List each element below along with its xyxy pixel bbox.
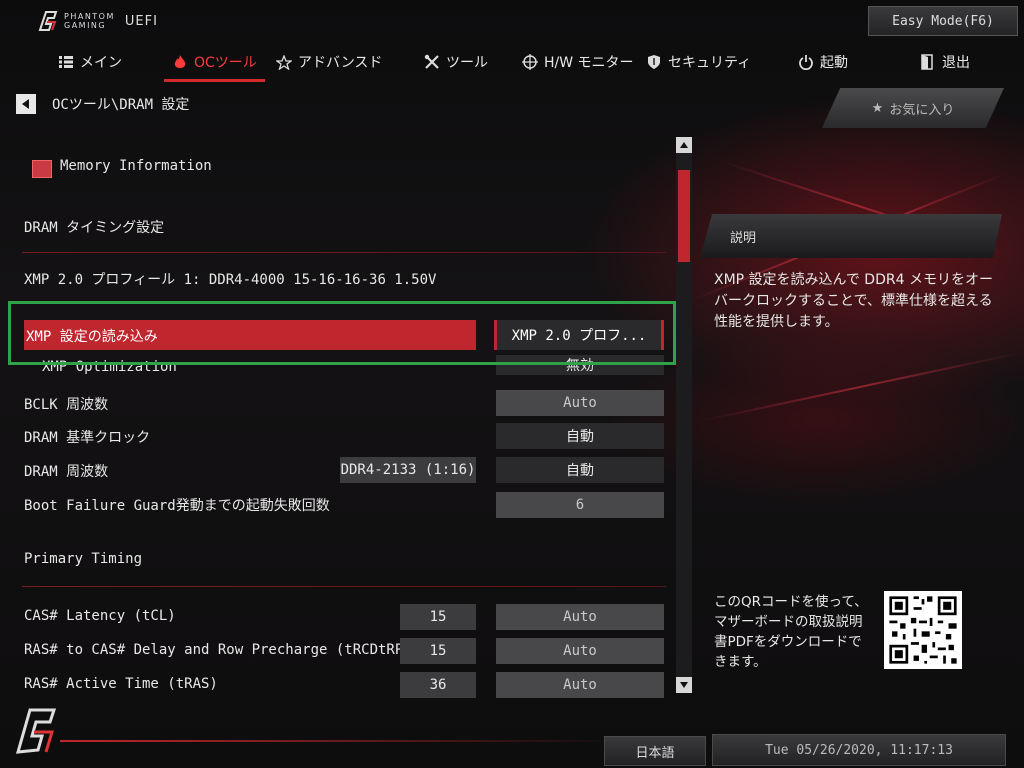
xmp-profile-line: XMP 2.0 プロフィール 1: DDR4-4000 15-16-16-36 … (24, 272, 437, 288)
easy-mode-button[interactable]: Easy Mode(F6) (868, 6, 1018, 36)
tab-label: 退出 (942, 55, 970, 71)
breadcrumb: OCツール\DRAM 設定 (16, 94, 189, 114)
footer-accent-line (60, 740, 620, 742)
tab-label: H/W モニター (544, 55, 634, 71)
brand-line-2: GAMING (64, 21, 107, 30)
power-icon (798, 54, 814, 70)
scroll-up-button[interactable] (676, 137, 692, 153)
divider (22, 252, 666, 253)
tab-tools[interactable]: ツール (424, 44, 488, 80)
tras-label: RAS# Active Time (tRAS) (24, 676, 218, 692)
tras-input[interactable]: Auto (496, 672, 664, 698)
phantom-gaming-footer-logo-icon (15, 708, 57, 754)
tab-label: アドバンスド (298, 55, 383, 71)
trcdtrp-input[interactable]: Auto (496, 638, 664, 664)
tab-advanced[interactable]: アドバンスド (276, 44, 382, 80)
dram-frequency-select[interactable]: 自動 (496, 457, 664, 483)
favorites-button[interactable]: ★ お気に入り (822, 88, 1004, 128)
scroll-down-button[interactable] (676, 677, 692, 693)
highlight-frame (8, 301, 676, 365)
list-icon (58, 54, 74, 70)
star-icon: ★ (871, 100, 884, 116)
memory-icon (32, 160, 52, 178)
memory-information-link[interactable]: Memory Information (60, 158, 212, 174)
dram-ref-clock-label: DRAM 基準クロック (24, 430, 151, 446)
tab-oc-tools[interactable]: OCツール (164, 44, 265, 82)
description-text: XMP 設定を読み込んで DDR4 メモリをオーバークロックすることで、標準仕様… (714, 272, 993, 330)
tab-label: ツール (446, 55, 488, 71)
divider (22, 586, 666, 587)
dram-frequency-current: DDR4-2133 (1:16) (340, 457, 476, 483)
trcdtrp-label: RAS# to CAS# Delay and Row Precharge (tR… (24, 642, 412, 658)
tools-icon (424, 54, 440, 70)
cas-latency-current: 15 (400, 604, 476, 630)
bclk-label: BCLK 周波数 (24, 397, 109, 413)
bclk-input[interactable]: Auto (496, 390, 664, 416)
qr-code-text: このQRコードを使って、マザーボードの取扱説明書PDFをダウンロードできます。 (714, 594, 868, 670)
main-nav: メイン OCツール アドバンスド ツール H/W モニター セキュリティ 起動 … (0, 44, 1024, 82)
uefi-label: UEFI (124, 13, 158, 29)
dram-timing-header: DRAM タイミング設定 (24, 220, 165, 236)
exit-door-icon (920, 54, 936, 70)
crosshair-icon (522, 54, 538, 70)
dram-frequency-label: DRAM 周波数 (24, 464, 109, 480)
qr-code-image (884, 591, 962, 669)
language-button[interactable]: 日本語 (604, 736, 706, 766)
boot-failure-guard-input[interactable]: 6 (496, 492, 664, 518)
tab-label: 起動 (820, 55, 848, 71)
scrollbar-thumb[interactable] (678, 170, 690, 262)
back-button[interactable] (16, 94, 36, 114)
flame-icon (172, 54, 188, 70)
tab-hw-monitor[interactable]: H/W モニター (522, 44, 634, 80)
tab-security[interactable]: セキュリティ (646, 44, 751, 80)
back-arrow-icon (22, 99, 29, 109)
arrow-up-icon (680, 142, 688, 148)
boot-failure-guard-label: Boot Failure Guard発動までの起動失敗回数 (24, 498, 330, 514)
tab-exit[interactable]: 退出 (920, 44, 970, 80)
tras-current: 36 (400, 672, 476, 698)
favorites-label: お気に入り (889, 102, 955, 118)
arrow-down-icon (680, 682, 688, 688)
settings-panel: Memory Information DRAM タイミング設定 XMP 2.0 … (0, 130, 672, 698)
cas-latency-input[interactable]: Auto (496, 604, 664, 630)
star-icon (276, 54, 292, 70)
brand-logo: PHANTOM GAMING UEFI (38, 10, 158, 32)
phantom-gaming-logo-icon (38, 11, 58, 31)
tab-label: メイン (80, 55, 122, 71)
cas-latency-label: CAS# Latency (tCL) (24, 608, 176, 624)
dram-ref-clock-select[interactable]: 自動 (496, 423, 664, 449)
description-header: 説明 (700, 214, 1002, 258)
trcdtrp-current: 15 (400, 638, 476, 664)
brand-name: PHANTOM GAMING (64, 12, 115, 30)
breadcrumb-path: OCツール\DRAM 設定 (52, 97, 190, 113)
brand-line-1: PHANTOM (64, 12, 115, 21)
shield-icon (646, 54, 662, 70)
tab-label: OCツール (194, 55, 257, 71)
tab-boot[interactable]: 起動 (798, 44, 848, 80)
datetime-display: Tue 05/26/2020, 11:17:13 (712, 734, 1006, 766)
tab-main[interactable]: メイン (58, 44, 122, 80)
primary-timing-header: Primary Timing (24, 551, 143, 567)
tab-label: セキュリティ (668, 55, 752, 71)
